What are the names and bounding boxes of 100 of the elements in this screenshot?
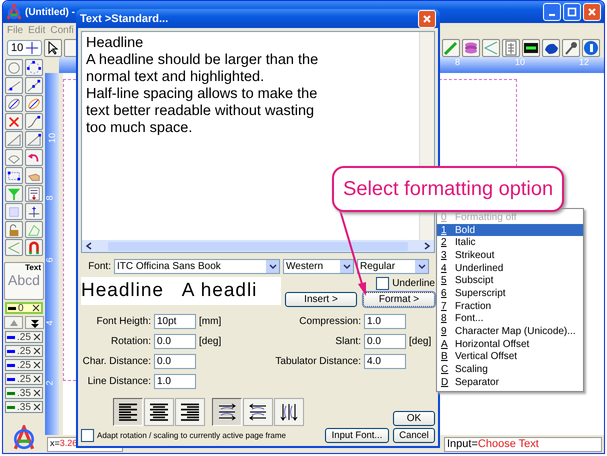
curve-icon[interactable] bbox=[27, 114, 41, 128]
alignment-button[interactable] bbox=[175, 398, 205, 426]
text-line: Half-line spacing allows to make the bbox=[86, 86, 318, 103]
line-points-icon[interactable] bbox=[27, 78, 41, 92]
ok-button[interactable]: OK bbox=[393, 411, 435, 426]
text-line: Headline bbox=[86, 35, 144, 52]
ellipse-icon[interactable] bbox=[7, 96, 21, 110]
alignment-button[interactable] bbox=[113, 398, 143, 426]
logo-icon bbox=[11, 425, 37, 451]
info-circle-icon[interactable] bbox=[583, 40, 599, 56]
menu-item[interactable]: B Vertical Offset bbox=[437, 350, 583, 364]
cross-icon bbox=[33, 403, 41, 411]
menu-item[interactable]: 5 Subscipt bbox=[437, 274, 583, 288]
input-field[interactable]: 1.0 bbox=[364, 314, 406, 328]
crosshair-icon bbox=[26, 42, 38, 54]
insert-button[interactable]: Insert > bbox=[285, 292, 357, 307]
menu-item[interactable]: 3 Strikeout bbox=[437, 249, 583, 262]
cancel-button[interactable]: Cancel bbox=[393, 428, 435, 443]
angle-points-icon[interactable] bbox=[27, 132, 41, 146]
double-arrow-down-icon bbox=[30, 318, 40, 328]
circle-points-icon[interactable] bbox=[27, 60, 41, 74]
undo-arrow-icon[interactable] bbox=[27, 150, 41, 164]
disk-stack-icon[interactable] bbox=[463, 40, 479, 56]
close-button[interactable] bbox=[418, 10, 436, 28]
line-icon[interactable] bbox=[7, 78, 21, 92]
menu-item[interactable]: 7 Fraction bbox=[437, 300, 583, 312]
line-width-button[interactable]: .25 bbox=[5, 373, 43, 385]
menu-item[interactable]: 8 Font... bbox=[437, 312, 583, 326]
line-width-button[interactable]: 0 bbox=[5, 302, 43, 314]
menu-item[interactable]: 9 Character Map (Unicode)... bbox=[437, 325, 583, 338]
ruler-number: 6 bbox=[44, 258, 54, 262]
key-icon[interactable] bbox=[563, 40, 579, 56]
close-button[interactable] bbox=[583, 3, 601, 21]
arrow-up-icon bbox=[8, 318, 18, 328]
magnet-icon[interactable] bbox=[27, 240, 41, 254]
logo-icon bbox=[6, 4, 22, 20]
script-dropdown[interactable]: Western bbox=[283, 259, 354, 274]
maximize-button[interactable] bbox=[563, 3, 581, 21]
rectangle-points-icon[interactable] bbox=[7, 168, 21, 182]
pointer-icon bbox=[47, 41, 60, 55]
unit-label: [deg] bbox=[409, 336, 432, 346]
menu-item[interactable]: C Scaling bbox=[437, 363, 583, 376]
menu-item[interactable]: 6 Superscript bbox=[437, 287, 583, 300]
menu-item[interactable]: D Separator bbox=[437, 376, 583, 389]
pointer-tool-button[interactable] bbox=[44, 39, 62, 57]
input-field[interactable]: 1.0 bbox=[154, 374, 196, 388]
crosshair-icon[interactable] bbox=[27, 204, 41, 218]
input-field[interactable]: 0.0 bbox=[154, 334, 196, 348]
scroll-right-icon[interactable] bbox=[423, 242, 431, 250]
angle-icon[interactable] bbox=[7, 132, 21, 146]
field-label: Char. Distance: bbox=[82, 356, 151, 366]
ruler-number: 12 bbox=[579, 57, 590, 67]
line-width-button[interactable]: .25 bbox=[5, 345, 43, 357]
font-preview: Headline A headli bbox=[81, 277, 281, 305]
line-width-button[interactable]: .35 bbox=[5, 401, 43, 413]
style-dropdown[interactable]: Regular bbox=[357, 259, 429, 274]
alignment-button[interactable] bbox=[144, 398, 174, 426]
field-label: Rotation: bbox=[110, 336, 151, 346]
circle-icon[interactable] bbox=[7, 60, 21, 74]
line-width-button[interactable]: .35 bbox=[5, 387, 43, 399]
scroll-left-icon[interactable] bbox=[85, 242, 93, 250]
dotted-square-icon[interactable] bbox=[7, 204, 21, 218]
cross-icon bbox=[33, 361, 41, 369]
line-width-button[interactable]: .25 bbox=[5, 359, 43, 371]
font-dropdown[interactable]: ITC Officina Sans Book bbox=[114, 259, 280, 274]
pencil-icon[interactable] bbox=[443, 40, 459, 56]
minimize-button[interactable] bbox=[543, 3, 561, 21]
display-icon[interactable] bbox=[523, 40, 539, 56]
input-field[interactable]: 4.0 bbox=[364, 354, 406, 368]
cross-icon[interactable] bbox=[7, 114, 21, 128]
input-field[interactable]: 0.0 bbox=[364, 334, 406, 348]
ruler-number: 10 bbox=[515, 57, 526, 67]
horizontal-scrollbar[interactable] bbox=[82, 240, 434, 252]
input-font-button[interactable]: Input Font... bbox=[325, 428, 389, 443]
menu-item[interactable]: 1 Bold bbox=[437, 224, 583, 236]
text-direction-right-icon bbox=[217, 402, 237, 422]
maximize-icon bbox=[567, 7, 577, 17]
text-direction-button[interactable] bbox=[212, 398, 242, 426]
input-field[interactable]: 10pt bbox=[154, 314, 196, 328]
menu-item[interactable]: A Horizontal Offset bbox=[437, 338, 583, 351]
underline-checkbox[interactable]: Underline bbox=[376, 277, 435, 290]
format-button[interactable]: Format > bbox=[363, 292, 435, 307]
ruler-number: 4 bbox=[44, 320, 54, 326]
line-width-button[interactable]: .25 bbox=[5, 331, 43, 343]
move-down-button[interactable] bbox=[25, 316, 44, 329]
text-direction-button[interactable] bbox=[243, 398, 273, 426]
text-direction-down-icon bbox=[279, 402, 299, 422]
menu-item[interactable]: 2 Italic bbox=[437, 236, 583, 250]
text-direction-button[interactable] bbox=[274, 398, 304, 426]
menu-item[interactable]: 4 Underlined bbox=[437, 262, 583, 274]
zoom-field[interactable]: 10 bbox=[7, 40, 42, 56]
close-icon bbox=[422, 14, 432, 24]
text-tool-button[interactable]: Text Abcd bbox=[4, 262, 44, 300]
padlock-icon[interactable] bbox=[7, 222, 21, 236]
ellipse-points-icon[interactable] bbox=[27, 96, 41, 110]
input-field[interactable]: 0.0 bbox=[154, 354, 196, 368]
document-icon[interactable] bbox=[27, 186, 41, 200]
minimize-icon bbox=[549, 14, 555, 16]
field-label: Font Heigth: bbox=[96, 316, 151, 326]
field-label: Font: bbox=[87, 261, 111, 272]
